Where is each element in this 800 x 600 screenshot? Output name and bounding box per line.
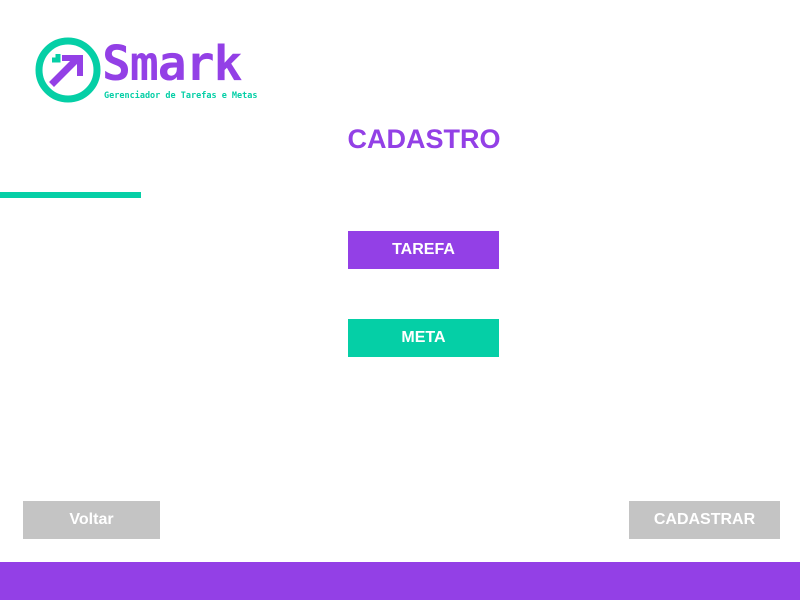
register-page: Smark Gerenciador de Tarefas e Metas CAD… <box>0 0 800 600</box>
brand-logo: Smark Gerenciador de Tarefas e Metas <box>34 36 274 106</box>
submit-button[interactable]: CADASTRAR <box>629 501 780 539</box>
arrow-up-right-circle-icon <box>35 37 101 103</box>
meta-button[interactable]: META <box>348 319 499 357</box>
brand-tagline: Gerenciador de Tarefas e Metas <box>104 91 258 101</box>
accent-divider <box>0 192 141 198</box>
page-title: CADASTRO <box>347 124 501 154</box>
back-button[interactable]: Voltar <box>23 501 160 539</box>
tarefa-button[interactable]: TAREFA <box>348 231 499 269</box>
brand-name: Smark <box>102 36 242 92</box>
footer-bar <box>0 562 800 600</box>
